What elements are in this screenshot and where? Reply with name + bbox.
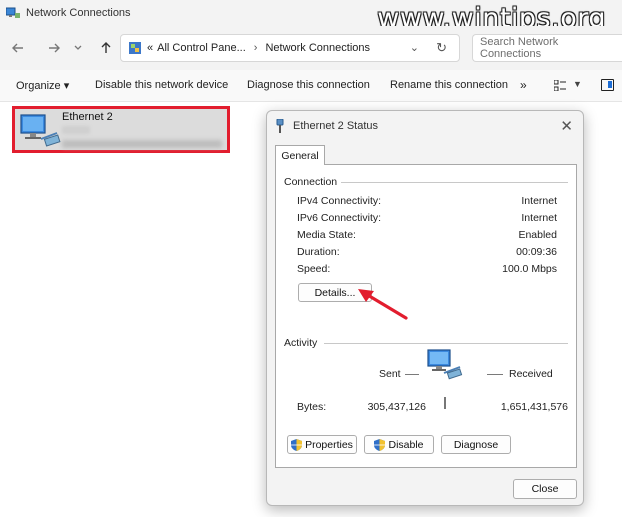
network-adapter-icon	[20, 114, 61, 147]
organize-menu[interactable]: Organize ▾	[16, 79, 69, 92]
breadcrumb-prefix[interactable]: «	[147, 42, 153, 54]
search-placeholder: Search Network Connections	[480, 36, 559, 60]
view-options-icon[interactable]	[554, 80, 566, 91]
diagnose-button[interactable]: Diagnose	[441, 435, 511, 454]
properties-button-label: Properties	[305, 438, 353, 451]
breadcrumb-separator-icon: ›	[253, 42, 258, 54]
speed-label: Speed:	[297, 263, 331, 275]
address-bar[interactable]: « All Control Pane... › Network Connecti…	[120, 34, 460, 62]
chevron-down-icon	[74, 45, 82, 50]
ipv4-value: Internet	[521, 195, 557, 207]
window-title: Network Connections	[26, 7, 131, 19]
dialog-titlebar: Ethernet 2 Status ✕	[267, 111, 583, 141]
bytes-label: Bytes:	[297, 401, 327, 413]
connection-group-label: Connection	[284, 176, 342, 188]
speed-value: 100.0 Mbps	[502, 263, 557, 275]
received-line	[487, 374, 503, 375]
breadcrumb-control-panel[interactable]: All Control Pane...	[157, 42, 246, 54]
duration-label: Duration:	[297, 246, 340, 258]
control-panel-icon	[129, 42, 141, 54]
shield-icon	[374, 438, 386, 451]
disable-button-label: Disable	[388, 438, 424, 451]
more-commands-button[interactable]: »	[520, 78, 527, 92]
search-input[interactable]: Search Network Connections	[472, 34, 622, 62]
network-status-icon	[276, 119, 284, 133]
duration-value: 00:09:36	[516, 246, 557, 258]
disable-button[interactable]: Disable	[364, 435, 434, 454]
disable-device-button[interactable]: Disable this network device	[95, 79, 228, 91]
bytes-sent-value: 305,437,126	[367, 401, 426, 413]
blurred-adapter-description	[62, 140, 222, 148]
activity-group-label: Activity	[284, 337, 322, 349]
up-button[interactable]	[92, 34, 120, 62]
activity-group-divider	[324, 343, 568, 344]
general-tab-panel: Connection IPv4 Connectivity: Internet I…	[275, 164, 577, 468]
breadcrumb-network-connections[interactable]: Network Connections	[265, 42, 370, 54]
sent-line	[405, 374, 419, 375]
navigation-bar: « All Control Pane... › Network Connecti…	[0, 26, 622, 70]
network-connections-icon	[6, 7, 20, 18]
shield-icon	[291, 438, 303, 451]
arrow-up-icon	[101, 42, 111, 53]
connection-item-ethernet-2[interactable]: Ethernet 2	[12, 106, 230, 153]
tab-general[interactable]: General	[275, 145, 325, 165]
back-button[interactable]	[4, 34, 32, 62]
sent-label: Sent	[379, 368, 401, 380]
command-bar: Organize ▾ Disable this network device D…	[0, 70, 622, 102]
ipv6-label: IPv6 Connectivity:	[297, 212, 382, 224]
connection-group-divider	[336, 182, 568, 183]
ipv6-value: Internet	[521, 212, 557, 224]
media-state-value: Enabled	[518, 229, 557, 241]
view-dropdown-icon[interactable]: ▼	[573, 79, 582, 89]
close-icon[interactable]: ✕	[560, 117, 573, 135]
network-activity-icon	[427, 349, 463, 380]
annotation-arrow-icon	[358, 289, 408, 320]
close-button[interactable]: Close	[513, 479, 577, 499]
rename-connection-button[interactable]: Rename this connection	[390, 79, 508, 91]
ipv4-label: IPv4 Connectivity:	[297, 195, 382, 207]
connection-name: Ethernet 2	[62, 111, 113, 123]
media-state-label: Media State:	[297, 229, 356, 241]
address-dropdown-icon[interactable]: ⌄	[410, 41, 419, 54]
activity-divider	[444, 397, 446, 409]
bytes-received-value: 1,651,431,576	[500, 401, 568, 413]
properties-button[interactable]: Properties	[287, 435, 357, 454]
arrow-left-icon	[12, 43, 23, 53]
received-label: Received	[509, 368, 553, 380]
diagnose-connection-button[interactable]: Diagnose this connection	[247, 79, 370, 91]
refresh-icon[interactable]: ↻	[436, 40, 447, 56]
arrow-right-icon	[49, 43, 60, 53]
ethernet-status-dialog: Ethernet 2 Status ✕ General Connection I…	[266, 110, 584, 506]
blurred-network-name	[62, 126, 90, 134]
dialog-title: Ethernet 2 Status	[293, 120, 378, 132]
preview-pane-icon[interactable]	[601, 79, 614, 91]
recent-locations-button[interactable]	[64, 34, 92, 62]
